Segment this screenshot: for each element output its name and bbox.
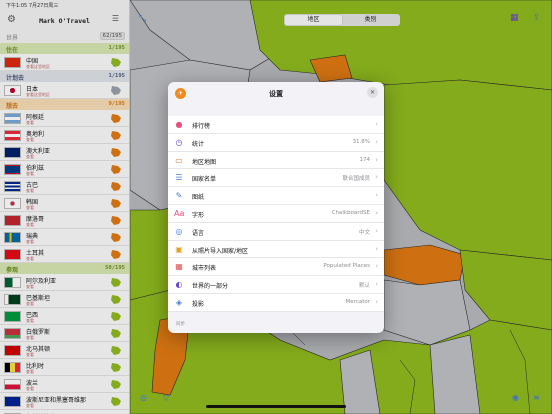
settings-item-value: 174 — [359, 156, 371, 163]
projection-layers-icon: ◈ — [175, 297, 183, 307]
settings-item-value: 联合国成员 — [342, 176, 370, 183]
settings-item-value: 中文 — [358, 229, 370, 236]
settings-item-label: 城市列表 — [192, 265, 217, 273]
settings-item[interactable]: ✎ 图纸 › — [168, 187, 384, 205]
chevron-right-icon: › — [375, 120, 378, 128]
modal-title: 设置 — [269, 90, 283, 98]
settings-item-label: 从照片导入国家/地区 — [192, 247, 249, 255]
map-icon: ▭ — [175, 155, 183, 165]
modal-header: ✈ 设置 ✕ — [168, 82, 384, 104]
settings-list: ● 排行榜 › ◷ 统计 31.8% › ▭ 地区地图 174 › ☰ 国家名单 联合国成员 › ✎ 图纸 › Aa… — [168, 116, 384, 312]
settings-item-value: Mercator — [345, 298, 370, 305]
paintbrush-icon: ✎ — [175, 191, 183, 201]
settings-item[interactable]: ◐ 世界的一部分 默认 › — [168, 276, 384, 294]
settings-item[interactable]: ◷ 统计 31.8% › — [168, 134, 384, 152]
settings-item-label: 世界的一部分 — [192, 283, 229, 291]
settings-item-value: Populated Places — [323, 263, 370, 270]
settings-modal: ✈ 设置 ✕ ● 排行榜 › ◷ 统计 31.8% › ▭ 地区地图 174 › ☰ 国家名单 联合国成员… — [168, 82, 384, 333]
chevron-right-icon: › — [375, 280, 378, 289]
settings-item-value: ChalkboardSE — [331, 209, 370, 216]
font-icon: Aa — [174, 208, 185, 218]
chevron-right-icon: › — [375, 208, 378, 217]
settings-item-label: 统计 — [192, 140, 205, 148]
chevron-right-icon: › — [375, 173, 378, 182]
settings-item-value: 默认 — [358, 283, 370, 290]
chevron-right-icon: › — [375, 297, 378, 306]
sync-footer: 同步 — [176, 322, 185, 327]
settings-item[interactable]: ▣ 从照片导入国家/地区 › — [168, 241, 384, 259]
settings-item[interactable]: ▦ 城市列表 Populated Places › — [168, 258, 384, 277]
settings-item[interactable]: ● 排行榜 › — [168, 116, 384, 134]
settings-item-value: 31.8% — [352, 138, 370, 145]
chevron-right-icon: › — [375, 226, 378, 235]
stats-clock-icon: ◷ — [175, 137, 183, 147]
city-icon: ▦ — [175, 262, 183, 272]
settings-item-label: 图纸 — [192, 194, 205, 202]
photo-import-icon: ▣ — [175, 244, 183, 254]
ranking-icon: ● — [175, 120, 183, 129]
settings-item[interactable]: Aa 字形 ChalkboardSE › — [168, 205, 384, 223]
home-indicator — [206, 405, 346, 408]
settings-item[interactable]: ▭ 地区地图 174 › — [168, 152, 384, 170]
chevron-right-icon: › — [375, 244, 378, 253]
settings-item-label: 字形 — [192, 211, 205, 219]
settings-item-label: 语言 — [192, 229, 205, 237]
settings-item[interactable]: ◈ 投影 Mercator › — [168, 294, 384, 312]
list-icon: ☰ — [175, 173, 183, 183]
settings-item-label: 投影 — [192, 300, 205, 308]
settings-item[interactable]: ◎ 语言 中文 › — [168, 223, 384, 241]
world-part-icon: ◐ — [175, 280, 183, 290]
settings-item-label: 地区地图 — [192, 158, 217, 166]
globe-language-icon: ◎ — [175, 226, 183, 236]
chevron-right-icon: › — [375, 155, 378, 164]
settings-item[interactable]: ☰ 国家名单 联合国成员 › — [168, 169, 384, 188]
close-icon[interactable]: ✕ — [367, 87, 378, 98]
chevron-right-icon: › — [375, 191, 378, 200]
settings-item-label: 国家名单 — [192, 176, 217, 184]
settings-item-label: 排行榜 — [192, 123, 211, 130]
chevron-right-icon: › — [375, 137, 378, 146]
chevron-right-icon: › — [375, 262, 378, 271]
